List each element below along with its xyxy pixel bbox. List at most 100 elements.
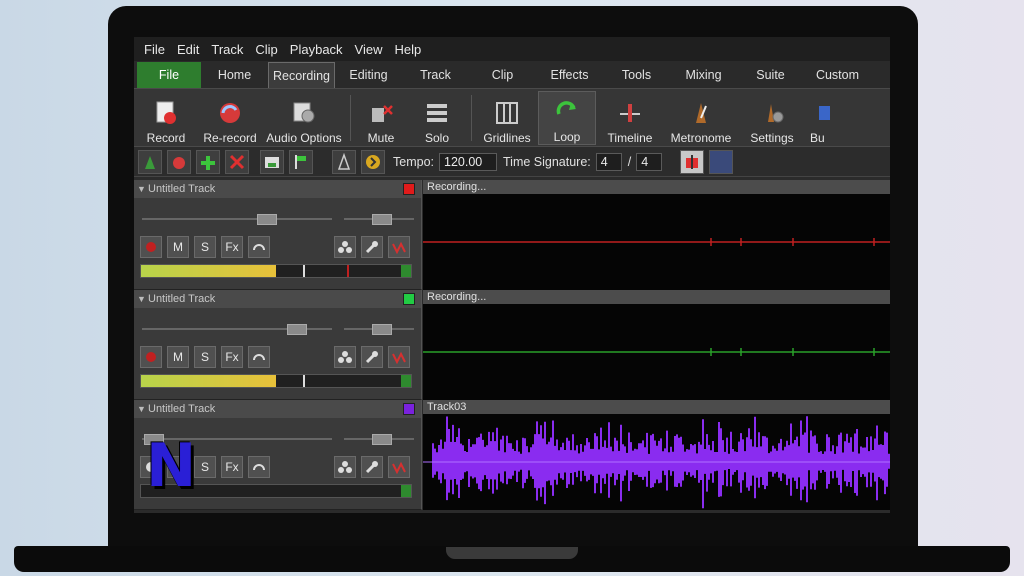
tempo-tap-button[interactable] (361, 149, 385, 174)
track-3-clip[interactable]: Track03 (423, 400, 890, 510)
track-2-monitor-button[interactable] (248, 346, 270, 368)
menu-file[interactable]: File (138, 42, 171, 57)
track-2: ▼ Untitled Track M S Fx Recording... (134, 290, 890, 400)
tab-suite[interactable]: Suite (737, 62, 804, 88)
track-2-clip[interactable]: Recording... (423, 290, 890, 400)
loop-icon (553, 98, 581, 126)
ribbon-separator (350, 94, 351, 141)
track-3-fx-button[interactable]: Fx (221, 456, 243, 478)
menu-clip[interactable]: Clip (249, 42, 283, 57)
track-3-routing-button[interactable] (334, 456, 356, 478)
audio-options-button[interactable]: Audio Options (262, 91, 346, 145)
menu-view[interactable]: View (349, 42, 389, 57)
time-signature-denominator[interactable] (636, 152, 663, 171)
solo-button[interactable]: Solo (407, 91, 467, 145)
track-2-properties-button[interactable] (361, 346, 383, 368)
track-1-clip[interactable]: Recording... (423, 180, 890, 290)
collapse-icon[interactable]: ▼ (137, 180, 146, 198)
ribbon-separator (471, 94, 472, 141)
track-3-properties-button[interactable] (361, 456, 383, 478)
track-1-header[interactable]: ▼ Untitled Track (134, 180, 421, 198)
snapshot-button[interactable] (260, 149, 284, 174)
timeline-button[interactable]: Timeline (596, 91, 664, 145)
track-3-color-swatch[interactable] (403, 403, 415, 415)
track-1-arm-button[interactable] (140, 236, 162, 258)
track-1-pan-slider[interactable] (344, 214, 414, 225)
tempo-field[interactable] (439, 152, 497, 171)
tab-recording[interactable]: Recording (268, 62, 335, 88)
track-2-solo-button[interactable]: S (194, 346, 216, 368)
track-1-solo-button[interactable]: S (194, 236, 216, 258)
scroll-lock-button[interactable] (680, 149, 705, 174)
menu-playback[interactable]: Playback (284, 42, 349, 57)
track-1-monitor-button[interactable] (248, 236, 270, 258)
add-track-button[interactable] (138, 149, 162, 174)
tab-custom[interactable]: Custom (804, 62, 871, 88)
delete-track-button[interactable] (225, 149, 249, 174)
track-3-waveform (423, 416, 890, 509)
track-2-name[interactable]: Untitled Track (148, 293, 215, 305)
collapse-icon[interactable]: ▼ (137, 290, 146, 308)
marker-button[interactable] (289, 149, 313, 174)
track-3-envelope-button[interactable] (388, 456, 410, 478)
tab-file[interactable]: File (137, 62, 201, 88)
track-1-controls: ▼ Untitled Track M S Fx (134, 180, 422, 290)
metronome-button[interactable]: Metronome (664, 91, 738, 145)
track-2-pan-slider[interactable] (344, 324, 414, 335)
mute-label: Mute (367, 130, 395, 145)
track-3-monitor-button[interactable] (248, 456, 270, 478)
collapse-icon[interactable]: ▼ (137, 400, 146, 418)
track-1-fx-button[interactable]: Fx (221, 236, 243, 258)
wrench-icon (365, 241, 378, 254)
track-2-header[interactable]: ▼ Untitled Track (134, 290, 421, 308)
menu-edit[interactable]: Edit (171, 42, 205, 57)
time-signature-numerator[interactable] (595, 152, 622, 171)
track-2-routing-button[interactable] (334, 346, 356, 368)
track-1-waveform (423, 238, 890, 246)
record-track-button[interactable] (167, 149, 191, 174)
buy-button[interactable]: Bu (806, 91, 830, 145)
add-audio-button[interactable] (196, 149, 220, 174)
timeline-label: Timeline (607, 130, 653, 145)
track-1-name[interactable]: Untitled Track (148, 183, 215, 195)
track-3-pan-slider[interactable] (344, 434, 414, 445)
track-3-header[interactable]: ▼ Untitled Track (134, 400, 421, 418)
track-1-mute-button[interactable]: M (167, 236, 189, 258)
track-1-routing-button[interactable] (334, 236, 356, 258)
track-1-color-swatch[interactable] (403, 183, 415, 195)
track-2-fx-button[interactable]: Fx (221, 346, 243, 368)
routing-icon (338, 461, 352, 473)
mute-button[interactable]: Mute (355, 91, 407, 145)
loop-label: Loop (553, 129, 581, 144)
rerecord-button[interactable]: Re-record (198, 91, 262, 145)
track-3-name[interactable]: Untitled Track (148, 403, 215, 415)
gridlines-icon (493, 99, 521, 127)
tab-mixing[interactable]: Mixing (670, 62, 737, 88)
track-2-mute-button[interactable]: M (167, 346, 189, 368)
track-2-volume-slider[interactable] (142, 324, 332, 335)
track-1: ▼ Untitled Track M S Fx Recording... (134, 180, 890, 290)
record-button[interactable]: Record (134, 91, 198, 145)
tab-effects[interactable]: Effects (536, 62, 603, 88)
track-1-properties-button[interactable] (361, 236, 383, 258)
view-toggle-button[interactable] (709, 149, 734, 174)
loop-button[interactable]: Loop (538, 90, 596, 145)
track-1-envelope-button[interactable] (388, 236, 410, 258)
tab-home[interactable]: Home (201, 62, 268, 88)
tab-track[interactable]: Track (402, 62, 469, 88)
track-2-arm-button[interactable] (140, 346, 162, 368)
settings-button[interactable]: Settings (738, 91, 806, 145)
tab-clip[interactable]: Clip (469, 62, 536, 88)
menu-track[interactable]: Track (205, 42, 249, 57)
tab-tools[interactable]: Tools (603, 62, 670, 88)
track-2-envelope-button[interactable] (388, 346, 410, 368)
gridlines-button[interactable]: Gridlines (476, 91, 538, 145)
menu-help[interactable]: Help (389, 42, 428, 57)
track-2-color-swatch[interactable] (403, 293, 415, 305)
metronome-toggle-button[interactable] (332, 149, 356, 174)
mute-icon (367, 99, 395, 127)
delete-icon (229, 154, 245, 169)
audio-options-icon (290, 99, 318, 127)
tab-editing[interactable]: Editing (335, 62, 402, 88)
track-1-volume-slider[interactable] (142, 214, 332, 225)
